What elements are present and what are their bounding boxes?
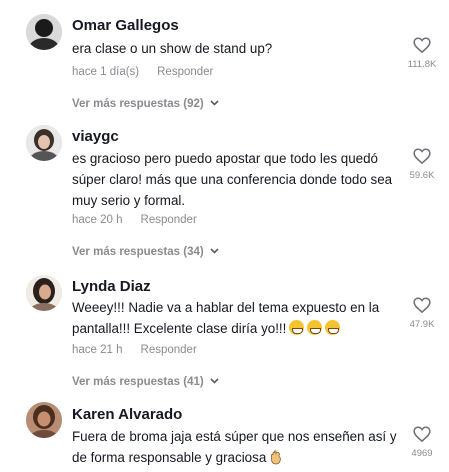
comment-meta: hace 21 h Responder: [72, 344, 197, 356]
view-more-replies-label: Ver más respuestas (92): [72, 98, 204, 110]
comment-text: era clase o un show de stand up?: [72, 41, 273, 56]
grinning-emoji-icon: [325, 320, 341, 335]
comment-meta: hace 1 día(s) Responder: [72, 66, 213, 78]
like-button[interactable]: 4969: [407, 426, 437, 459]
avatar[interactable]: [26, 275, 62, 311]
like-count: 111.8K: [407, 59, 437, 70]
like-button[interactable]: 47.9K: [407, 297, 437, 330]
comment-meta: hace 20 h Responder: [72, 214, 197, 226]
grinning-emoji-icon: [289, 320, 305, 335]
chevron-down-icon: [210, 97, 219, 109]
avatar[interactable]: [26, 125, 62, 161]
comment-timestamp: hace 20 h: [72, 214, 123, 226]
avatar[interactable]: [26, 14, 62, 50]
reply-button[interactable]: Responder: [141, 344, 197, 356]
like-count: 59.6K: [409, 170, 435, 181]
comment-text: es gracioso pero puedo apostar que todo …: [72, 151, 393, 208]
grinning-emoji-icon: [307, 320, 323, 335]
like-count: 4969: [411, 448, 433, 459]
view-more-replies[interactable]: Ver más respuestas (92): [72, 97, 219, 110]
comment-text: Weeey!!! Nadie va a hablar del tema expu…: [72, 297, 397, 339]
chevron-down-icon: [210, 375, 219, 387]
comment-text: Fuera de broma jaja está súper que nos e…: [72, 426, 397, 471]
like-count: 47.9K: [409, 319, 435, 330]
reply-button[interactable]: Responder: [157, 66, 213, 78]
comment-username[interactable]: Karen Alvarado: [72, 406, 182, 423]
heart-icon: [407, 426, 437, 442]
comment-username[interactable]: Omar Gallegos: [72, 17, 179, 34]
heart-icon: [407, 148, 437, 164]
view-more-replies-label: Ver más respuestas (34): [72, 246, 204, 258]
avatar[interactable]: [26, 402, 62, 438]
heart-icon: [407, 297, 437, 313]
like-button[interactable]: 111.8K: [407, 37, 437, 70]
heart-icon: [407, 37, 437, 53]
reply-button[interactable]: Responder: [141, 214, 197, 226]
chevron-down-icon: [210, 245, 219, 257]
comment-timestamp: hace 21 h: [72, 344, 123, 356]
view-more-replies[interactable]: Ver más respuestas (41): [72, 375, 219, 388]
comment-username[interactable]: Lynda Diaz: [72, 278, 151, 295]
comment-timestamp: hace 1 día(s): [72, 66, 140, 78]
comment-text-content: Fuera de broma jaja está súper que nos e…: [72, 429, 397, 465]
like-button[interactable]: 59.6K: [407, 148, 437, 181]
comment-username[interactable]: viaygc: [72, 128, 119, 145]
view-more-replies[interactable]: Ver más respuestas (34): [72, 245, 219, 258]
view-more-replies-label: Ver más respuestas (41): [72, 376, 204, 388]
ok-hand-emoji-icon: [270, 449, 282, 471]
